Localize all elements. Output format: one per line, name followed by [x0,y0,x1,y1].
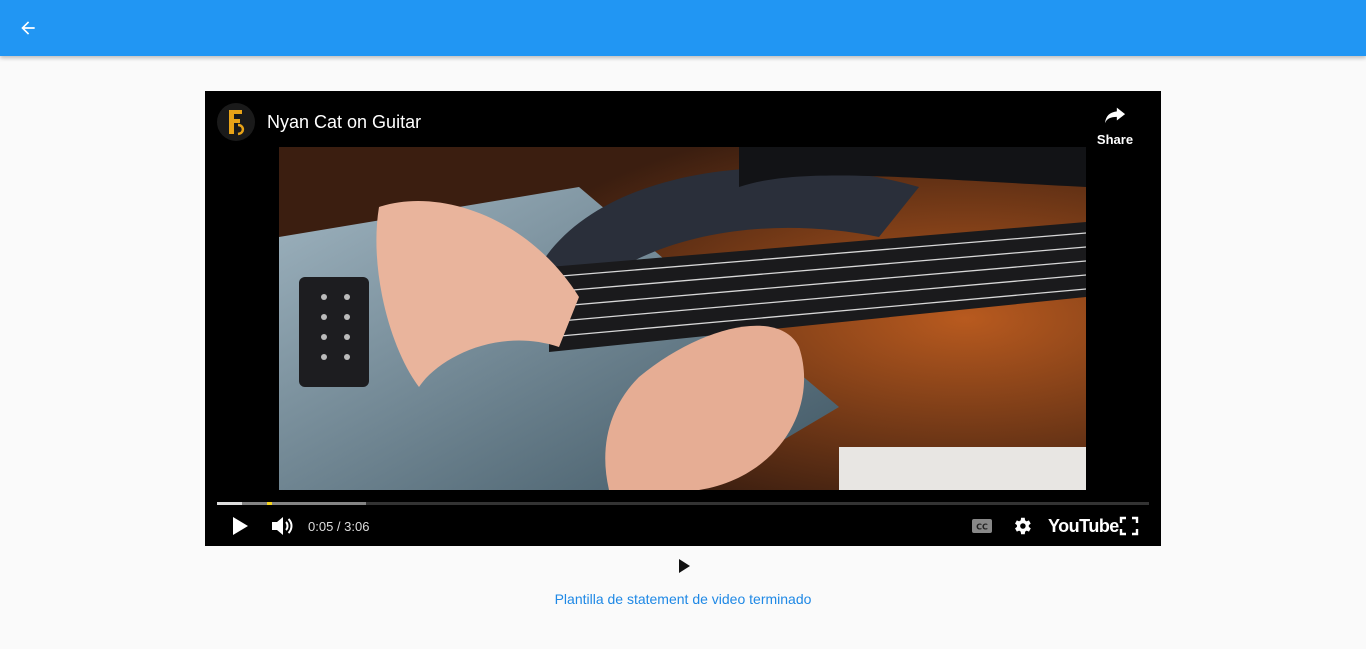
video-title[interactable]: Nyan Cat on Guitar [267,112,421,133]
youtube-logo[interactable]: YouTube [1048,507,1119,546]
fullscreen-icon [1119,516,1139,536]
time-separator: / [333,519,345,534]
share-label: Share [1096,132,1134,147]
share-button[interactable]: Share [1089,105,1141,147]
play-icon [233,517,248,535]
time-current: 0:05 [308,519,334,534]
share-arrow-icon [1104,107,1126,124]
arrow-back-icon [21,21,35,35]
back-button[interactable] [14,14,42,42]
volume-icon [272,517,293,535]
fullscreen-button[interactable] [1114,511,1144,541]
channel-logo[interactable] [217,103,255,141]
video-still [279,147,1086,490]
volume-button[interactable] [267,511,297,541]
video-frame[interactable] [279,147,1086,490]
play-button[interactable] [225,511,255,541]
progress-played [217,502,242,505]
closed-captions-icon: CC [972,519,992,533]
time-total: 3:06 [344,519,370,534]
play-icon [679,559,690,573]
youtube-player[interactable]: Nyan Cat on Guitar Share 0:05 / 3:06 CC … [205,91,1161,546]
video-ended-template-link[interactable]: Plantilla de statement de video terminad… [0,591,1366,607]
gear-icon [1015,517,1031,535]
progress-bar[interactable] [217,502,1149,505]
time-display: 0:05 / 3:06 [308,507,369,546]
play-button[interactable] [675,557,693,575]
app-bar [0,0,1366,56]
player-controls: 0:05 / 3:06 CC YouTube [205,507,1161,546]
progress-chapter-marker [267,502,272,505]
svg-text:CC: CC [976,523,988,532]
channel-logo-icon [229,110,245,136]
captions-button[interactable]: CC [967,511,997,541]
settings-button[interactable] [1007,511,1037,541]
